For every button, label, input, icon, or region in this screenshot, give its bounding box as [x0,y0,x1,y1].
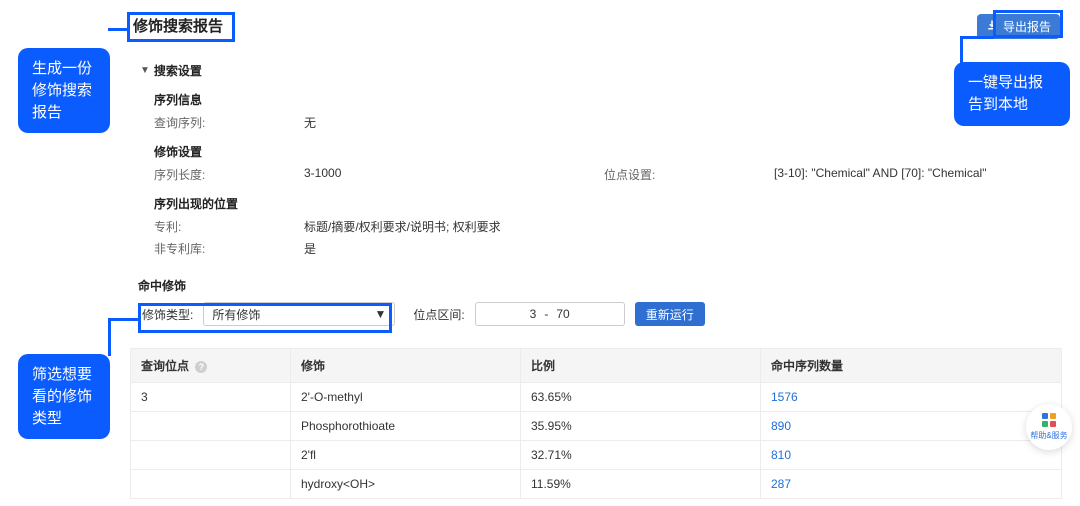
range-dash: - [544,307,548,321]
page-title: 修饰搜索报告 [133,15,1062,36]
help-fab[interactable]: 帮助&服务 [1026,404,1072,450]
table-row: Phosphorothioate 35.95% 890 [131,412,1062,441]
count-link[interactable]: 287 [771,477,791,491]
seq-length-label: 序列长度: [154,166,304,183]
search-settings-section: ▼ 搜索设置 序列信息 查询序列: 无 修饰设置 序列长度: 3-1000 位点… [130,62,1062,257]
report-panel: 修饰搜索报告 导出报告 ▼ 搜索设置 序列信息 查询序列: 无 修饰设置 序列长… [130,12,1062,506]
caret-down-icon: ▼ [140,65,150,76]
range-to: 70 [556,307,569,321]
cell-site [131,441,291,470]
occurrence-subhead: 序列出现的位置 [154,195,1062,212]
callout-export-local: 一键导出报告到本地 [954,62,1070,126]
rerun-button-label: 重新运行 [646,306,694,323]
mod-settings-row: 序列长度: 3-1000 位点设置: [3-10]: "Chemical" AN… [154,166,1062,183]
query-sequence-row: 查询序列: 无 [154,114,1062,131]
search-settings-title: 搜索设置 [154,62,202,79]
patent-value: 标题/摘要/权利要求/说明书; 权利要求 [304,218,501,235]
search-settings-header[interactable]: ▼ 搜索设置 [140,62,1062,79]
cell-site: 3 [131,383,291,412]
cell-ratio: 35.95% [521,412,761,441]
table-row: hydroxy<OH> 11.59% 287 [131,470,1062,499]
mod-settings-subhead: 修饰设置 [154,143,1062,160]
table-header-row: 查询位点 ? 修饰 比例 命中序列数量 [131,349,1062,383]
mod-type-select[interactable]: 所有修饰 ▼ [203,302,395,326]
site-setting-label: 位点设置: [604,166,774,183]
site-range-input[interactable]: 3 - 70 [475,302,625,326]
connector-line [108,28,128,31]
site-range-label: 位点区间: [413,306,464,323]
hits-table: 查询位点 ? 修饰 比例 命中序列数量 3 2'-O-methyl 63.65%… [130,348,1062,499]
count-link[interactable]: 1576 [771,390,798,404]
cell-ratio: 32.71% [521,441,761,470]
site-setting-value: [3-10]: "Chemical" AND [70]: "Chemical" [774,166,986,183]
table-row: 2'fl 32.71% 810 [131,441,1062,470]
col-site: 查询位点 ? [131,349,291,383]
patent-row: 专利: 标题/摘要/权利要求/说明书; 权利要求 [154,218,1062,235]
query-sequence-label: 查询序列: [154,114,304,131]
cell-mod: Phosphorothioate [291,412,521,441]
sequence-info-subhead: 序列信息 [154,91,1062,108]
nonpatent-label: 非专利库: [154,240,304,257]
help-fab-label: 帮助&服务 [1030,430,1067,441]
help-grid-icon [1042,413,1056,427]
col-ratio: 比例 [521,349,761,383]
callout-generate-report: 生成一份修饰搜索报告 [18,48,110,133]
query-sequence-value: 无 [304,114,604,131]
col-mod: 修饰 [291,349,521,383]
connector-line [960,36,994,39]
table-row: 3 2'-O-methyl 63.65% 1576 [131,383,1062,412]
rerun-button[interactable]: 重新运行 [635,302,705,326]
nonpatent-value: 是 [304,240,604,257]
callout-filter-type: 筛选想要看的修饰类型 [18,354,110,439]
seq-length-value: 3-1000 [304,166,604,183]
mod-type-label: 修饰类型: [142,306,193,323]
cell-mod: 2'fl [291,441,521,470]
cell-ratio: 11.59% [521,470,761,499]
mod-type-select-value: 所有修饰 [212,306,260,323]
connector-line [108,318,111,356]
cell-site [131,470,291,499]
col-count: 命中序列数量 [761,349,1062,383]
cell-mod: 2'-O-methyl [291,383,521,412]
download-icon [986,19,998,34]
hits-title: 命中修饰 [138,277,1062,294]
range-from: 3 [530,307,537,321]
count-link[interactable]: 890 [771,419,791,433]
cell-mod: hydroxy<OH> [291,470,521,499]
count-link[interactable]: 810 [771,448,791,462]
nonpatent-row: 非专利库: 是 [154,240,1062,257]
cell-site [131,412,291,441]
cell-ratio: 63.65% [521,383,761,412]
col-site-label: 查询位点 [141,359,189,373]
export-button-label: 导出报告 [1003,18,1051,35]
chevron-down-icon: ▼ [374,307,386,321]
patent-label: 专利: [154,218,304,235]
info-icon[interactable]: ? [195,361,207,373]
connector-line [960,36,963,64]
filter-row: 修饰类型: 所有修饰 ▼ 位点区间: 3 - 70 重新运行 [142,302,1062,326]
connector-line [108,318,139,321]
